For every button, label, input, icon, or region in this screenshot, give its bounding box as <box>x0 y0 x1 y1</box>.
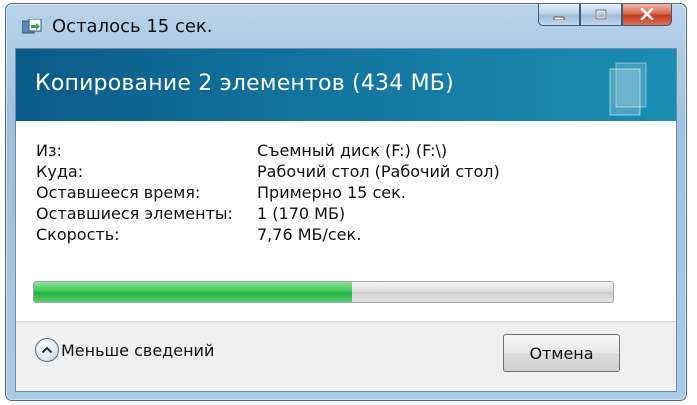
minimize-button[interactable] <box>538 4 580 26</box>
progress-bar <box>33 281 614 303</box>
window-title: Осталось 15 сек. <box>52 16 213 37</box>
chevron-up-icon <box>35 338 59 362</box>
detail-value: 1 (170 МБ) <box>257 204 346 223</box>
detail-label: Скорость: <box>36 225 120 244</box>
close-button[interactable] <box>622 4 672 26</box>
fewer-details-toggle[interactable]: Меньше сведений <box>35 338 214 362</box>
detail-value: 7,76 МБ/сек. <box>257 225 362 244</box>
detail-label: Из: <box>36 141 62 160</box>
minimize-icon <box>553 5 565 24</box>
document-icon <box>606 61 652 117</box>
copy-dialog-window: Осталось 15 сек. Копирование 2 элементов… <box>5 3 687 401</box>
detail-value: Примерно 15 сек. <box>257 183 406 202</box>
detail-label: Оставшиеся элементы: <box>36 204 233 223</box>
operation-title: Копирование 2 элементов (434 МБ) <box>35 71 454 96</box>
close-icon <box>640 5 654 24</box>
detail-value: Съемный диск (F:) (F:\) <box>257 141 448 160</box>
detail-label: Оставшееся время: <box>36 183 201 202</box>
operation-header: Копирование 2 элементов (434 МБ) <box>16 49 676 121</box>
title-bar[interactable]: Осталось 15 сек. <box>6 4 686 48</box>
fewer-details-label: Меньше сведений <box>61 340 215 360</box>
cancel-button[interactable]: Отмена <box>503 334 620 372</box>
dialog-footer: Меньше сведений Отмена <box>16 321 676 391</box>
progress-bar-fill <box>34 282 353 302</box>
detail-value: Рабочий стол (Рабочий стол) <box>257 162 500 181</box>
maximize-icon <box>594 5 608 24</box>
maximize-button[interactable] <box>580 4 622 26</box>
dialog-client-area: Копирование 2 элементов (434 МБ) Из: Съе… <box>15 48 677 392</box>
caption-buttons <box>538 4 672 26</box>
detail-label: Куда: <box>36 162 84 181</box>
copy-files-icon <box>21 18 42 35</box>
